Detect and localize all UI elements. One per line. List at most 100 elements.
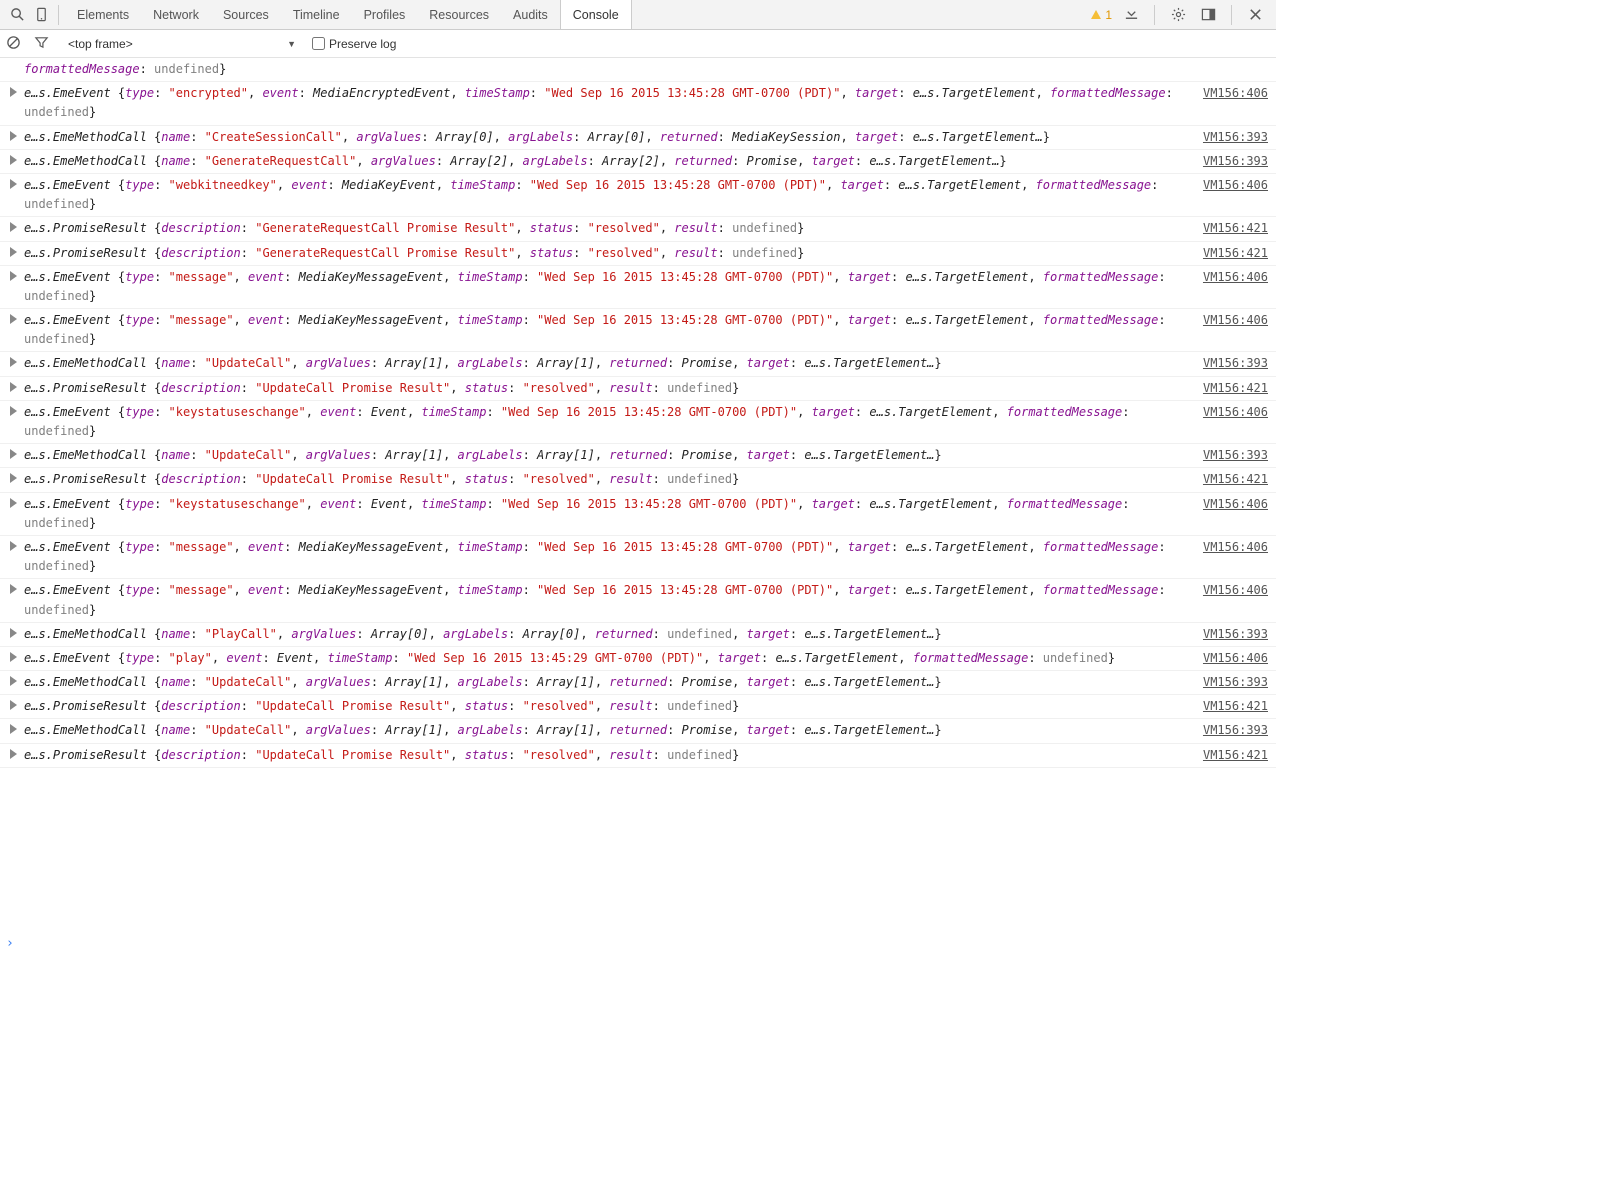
log-value: "webkitneedkey" bbox=[169, 178, 277, 192]
log-key: formattedMessage bbox=[1007, 405, 1123, 419]
log-value: "UpdateCall" bbox=[205, 723, 292, 737]
show-drawer-icon[interactable] bbox=[1120, 1, 1142, 29]
frame-selector-label: <top frame> bbox=[68, 37, 133, 51]
expand-caret-icon[interactable] bbox=[10, 449, 17, 459]
log-value: Array[1] bbox=[385, 448, 443, 462]
source-link[interactable]: VM156:406 bbox=[1197, 403, 1268, 422]
expand-caret-icon[interactable] bbox=[10, 314, 17, 324]
device-mode-icon[interactable] bbox=[30, 1, 52, 29]
source-link[interactable]: VM156:393 bbox=[1197, 354, 1268, 373]
console-log-row: VM156:393e…s.EmeMethodCall {name: "Gener… bbox=[0, 150, 1276, 174]
settings-icon[interactable] bbox=[1167, 1, 1189, 29]
expand-caret-icon[interactable] bbox=[10, 222, 17, 232]
source-link[interactable]: VM156:406 bbox=[1197, 538, 1268, 557]
source-link[interactable]: VM156:421 bbox=[1197, 379, 1268, 398]
expand-caret-icon[interactable] bbox=[10, 357, 17, 367]
close-icon[interactable] bbox=[1244, 1, 1266, 29]
expand-caret-icon[interactable] bbox=[10, 473, 17, 483]
expand-caret-icon[interactable] bbox=[10, 498, 17, 508]
tab-console[interactable]: Console bbox=[560, 0, 632, 29]
tab-timeline[interactable]: Timeline bbox=[281, 0, 352, 29]
expand-caret-icon[interactable] bbox=[10, 247, 17, 257]
source-link[interactable]: VM156:393 bbox=[1197, 625, 1268, 644]
frame-selector[interactable]: <top frame> ▼ bbox=[62, 35, 302, 53]
log-key: timeStamp bbox=[421, 405, 486, 419]
tab-elements[interactable]: Elements bbox=[65, 0, 141, 29]
log-value: "UpdateCall" bbox=[205, 675, 292, 689]
log-value: "message" bbox=[169, 270, 234, 284]
log-value: "Wed Sep 16 2015 13:45:28 GMT-0700 (PDT)… bbox=[537, 313, 833, 327]
log-value: e…s.TargetElement… bbox=[804, 723, 934, 737]
source-link[interactable]: VM156:406 bbox=[1197, 268, 1268, 287]
source-link[interactable]: VM156:406 bbox=[1197, 649, 1268, 668]
log-key: name bbox=[161, 154, 190, 168]
tab-sources[interactable]: Sources bbox=[211, 0, 281, 29]
tab-profiles[interactable]: Profiles bbox=[352, 0, 418, 29]
expand-caret-icon[interactable] bbox=[10, 382, 17, 392]
source-link[interactable]: VM156:406 bbox=[1197, 84, 1268, 103]
expand-caret-icon[interactable] bbox=[10, 700, 17, 710]
log-key: argLabels bbox=[458, 675, 523, 689]
search-icon[interactable] bbox=[6, 1, 28, 29]
console-prompt[interactable]: › bbox=[0, 932, 1276, 954]
source-link[interactable]: VM156:393 bbox=[1197, 673, 1268, 692]
log-body: e…s.EmeEvent {type: "message", event: Me… bbox=[24, 270, 1166, 303]
source-link[interactable]: VM156:393 bbox=[1197, 152, 1268, 171]
source-link[interactable]: VM156:393 bbox=[1197, 721, 1268, 740]
source-link[interactable]: VM156:406 bbox=[1197, 495, 1268, 514]
console-log-row: VM156:421e…s.PromiseResult {description:… bbox=[0, 217, 1276, 241]
dock-side-icon[interactable] bbox=[1197, 1, 1219, 29]
expand-caret-icon[interactable] bbox=[10, 749, 17, 759]
warning-badge[interactable]: 1 bbox=[1091, 8, 1112, 22]
log-key: description bbox=[161, 748, 240, 762]
console-log-area[interactable]: formattedMessage: undefined} VM156:406e…… bbox=[0, 58, 1276, 932]
clear-console-icon[interactable] bbox=[6, 35, 24, 53]
source-link[interactable]: VM156:406 bbox=[1197, 581, 1268, 600]
log-key: timeStamp bbox=[458, 583, 523, 597]
source-link[interactable]: VM156:421 bbox=[1197, 697, 1268, 716]
source-link[interactable]: VM156:393 bbox=[1197, 128, 1268, 147]
log-key: event bbox=[320, 405, 356, 419]
preserve-log-input[interactable] bbox=[312, 37, 325, 50]
preserve-log-checkbox[interactable]: Preserve log bbox=[312, 37, 396, 51]
log-key: target bbox=[747, 723, 790, 737]
log-key: target bbox=[747, 675, 790, 689]
log-key: formattedMessage bbox=[1043, 270, 1159, 284]
expand-caret-icon[interactable] bbox=[10, 87, 17, 97]
source-link[interactable]: VM156:421 bbox=[1197, 219, 1268, 238]
log-body: e…s.EmeMethodCall {name: "UpdateCall", a… bbox=[24, 675, 942, 689]
expand-caret-icon[interactable] bbox=[10, 541, 17, 551]
expand-caret-icon[interactable] bbox=[10, 584, 17, 594]
expand-caret-icon[interactable] bbox=[10, 724, 17, 734]
log-class: e…s.EmeEvent bbox=[24, 540, 118, 554]
source-link[interactable]: VM156:393 bbox=[1197, 446, 1268, 465]
log-key: result bbox=[609, 699, 652, 713]
log-value: Array[2] bbox=[450, 154, 508, 168]
log-value: Promise bbox=[682, 448, 733, 462]
tab-resources[interactable]: Resources bbox=[417, 0, 501, 29]
expand-caret-icon[interactable] bbox=[10, 676, 17, 686]
log-value: "UpdateCall Promise Result" bbox=[255, 381, 450, 395]
expand-caret-icon[interactable] bbox=[10, 406, 17, 416]
console-log-row: VM156:406e…s.EmeEvent {type: "message", … bbox=[0, 536, 1276, 579]
tab-network[interactable]: Network bbox=[141, 0, 211, 29]
log-key: description bbox=[161, 221, 240, 235]
log-value: MediaKeyMessageEvent bbox=[299, 540, 444, 554]
log-key: event bbox=[320, 497, 356, 511]
filter-icon[interactable] bbox=[34, 35, 52, 53]
expand-caret-icon[interactable] bbox=[10, 271, 17, 281]
expand-caret-icon[interactable] bbox=[10, 652, 17, 662]
expand-caret-icon[interactable] bbox=[10, 155, 17, 165]
log-value: "GenerateRequestCall" bbox=[205, 154, 357, 168]
expand-caret-icon[interactable] bbox=[10, 179, 17, 189]
expand-caret-icon[interactable] bbox=[10, 131, 17, 141]
expand-caret-icon[interactable] bbox=[10, 628, 17, 638]
source-link[interactable]: VM156:406 bbox=[1197, 311, 1268, 330]
source-link[interactable]: VM156:421 bbox=[1197, 470, 1268, 489]
log-value: "keystatuseschange" bbox=[169, 497, 306, 511]
source-link[interactable]: VM156:406 bbox=[1197, 176, 1268, 195]
source-link[interactable]: VM156:421 bbox=[1197, 746, 1268, 765]
source-link[interactable]: VM156:421 bbox=[1197, 244, 1268, 263]
log-key: timeStamp bbox=[458, 540, 523, 554]
tab-audits[interactable]: Audits bbox=[501, 0, 560, 29]
